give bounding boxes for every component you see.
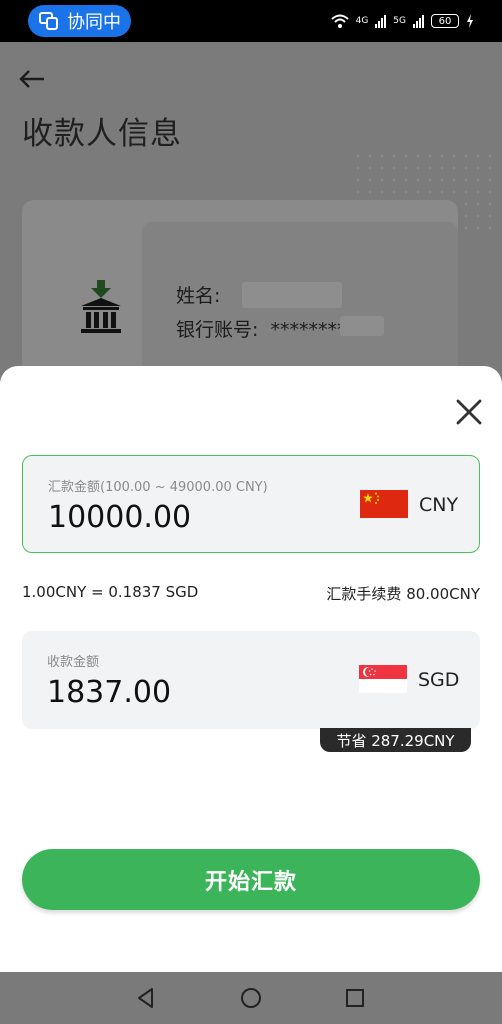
close-icon[interactable] [454, 397, 484, 427]
receive-currency[interactable]: SGD [418, 669, 459, 691]
receive-amount-value[interactable]: 1837.00 [47, 675, 171, 710]
status-bar: 协同中 4G 5G 60 [0, 0, 502, 42]
transfer-fee: 汇款手续费 80.00CNY [326, 585, 480, 603]
savings-badge: 节省 287.29CNY [320, 728, 471, 752]
send-amount-value[interactable]: 10000.00 [48, 500, 191, 535]
collab-icon [39, 12, 58, 30]
wifi-icon [330, 14, 349, 28]
network-5g-label: 5G [393, 16, 406, 26]
name-redacted [242, 282, 342, 308]
nav-recents-icon[interactable] [343, 986, 367, 1010]
collab-label: 协同中 [67, 12, 121, 33]
battery-icon: 60 [431, 14, 459, 28]
send-currency[interactable]: CNY [419, 494, 458, 516]
nav-home-icon[interactable] [239, 986, 263, 1010]
receive-amount-label: 收款金额 [47, 655, 100, 670]
signal-5g-icon [413, 14, 424, 28]
account-row: 银行账号: ******** [176, 315, 346, 342]
bank-icon [81, 280, 121, 333]
collab-pill[interactable]: 协同中 [28, 5, 131, 37]
account-redacted [340, 316, 384, 336]
charging-icon [467, 14, 473, 28]
singapore-flag-icon [359, 665, 407, 693]
page-title: 收款人信息 [22, 116, 182, 152]
name-label: 姓名: [176, 285, 221, 307]
send-amount-label: 汇款金额(100.00 ~ 49000.00 CNY) [48, 480, 268, 495]
nav-back-icon[interactable] [134, 986, 158, 1010]
send-amount-field[interactable]: 汇款金额(100.00 ~ 49000.00 CNY) 10000.00 CNY [22, 455, 480, 553]
battery-level: 60 [438, 15, 452, 27]
exchange-rate: 1.00CNY = 0.1837 SGD [22, 583, 199, 601]
receive-amount-field[interactable]: 收款金额 1837.00 SGD [22, 631, 480, 729]
start-transfer-button[interactable]: 开始汇款 [22, 849, 480, 910]
china-flag-icon [360, 490, 408, 518]
system-nav-bar [0, 972, 502, 1024]
account-value: ******** [270, 319, 347, 341]
network-4g-label: 4G [355, 16, 369, 26]
back-arrow-icon[interactable] [18, 68, 46, 90]
signal-4g-icon [375, 14, 387, 28]
status-icons: 4G 5G 60 [330, 11, 474, 31]
account-label: 银行账号: [176, 319, 259, 341]
